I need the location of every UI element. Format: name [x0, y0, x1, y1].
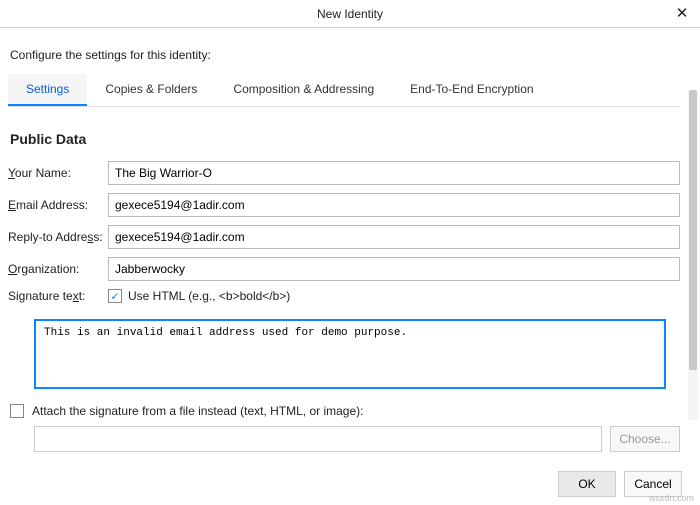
tab-bar: Settings Copies & Folders Composition & …: [8, 74, 680, 107]
watermark: wsxdn.com: [649, 493, 694, 503]
signature-textarea[interactable]: [34, 319, 666, 389]
tab-composition[interactable]: Composition & Addressing: [215, 74, 392, 106]
label-your-name: Your Name:: [8, 166, 108, 180]
title-bar: New Identity ✕: [0, 0, 700, 28]
tab-settings[interactable]: Settings: [8, 74, 87, 106]
your-name-input[interactable]: [108, 161, 680, 185]
choose-file-button[interactable]: Choose...: [610, 426, 680, 452]
window-title: New Identity: [317, 7, 383, 21]
use-html-checkbox[interactable]: ✓: [108, 289, 122, 303]
attach-file-checkbox[interactable]: [10, 404, 24, 418]
close-icon[interactable]: ✕: [672, 4, 692, 22]
label-reply-to: Reply-to Address:: [8, 230, 108, 244]
reply-to-input[interactable]: [108, 225, 680, 249]
vertical-scrollbar[interactable]: [688, 90, 698, 420]
organization-input[interactable]: [108, 257, 680, 281]
label-organization: Organization:: [8, 262, 108, 276]
subtitle: Configure the settings for this identity…: [10, 48, 680, 62]
attach-file-label: Attach the signature from a file instead…: [32, 404, 363, 418]
ok-button[interactable]: OK: [558, 471, 616, 497]
use-html-label: Use HTML (e.g., <b>bold</b>): [128, 289, 290, 303]
attach-file-path-input[interactable]: [34, 426, 602, 452]
dialog-content: Configure the settings for this identity…: [0, 28, 700, 457]
tab-encryption[interactable]: End-To-End Encryption: [392, 74, 551, 106]
tab-copies-folders[interactable]: Copies & Folders: [87, 74, 215, 106]
label-email: Email Address:: [8, 198, 108, 212]
label-signature-text: Signature text:: [8, 289, 108, 303]
section-public-data: Public Data: [10, 131, 680, 147]
scrollbar-thumb[interactable]: [689, 90, 697, 370]
email-input[interactable]: [108, 193, 680, 217]
